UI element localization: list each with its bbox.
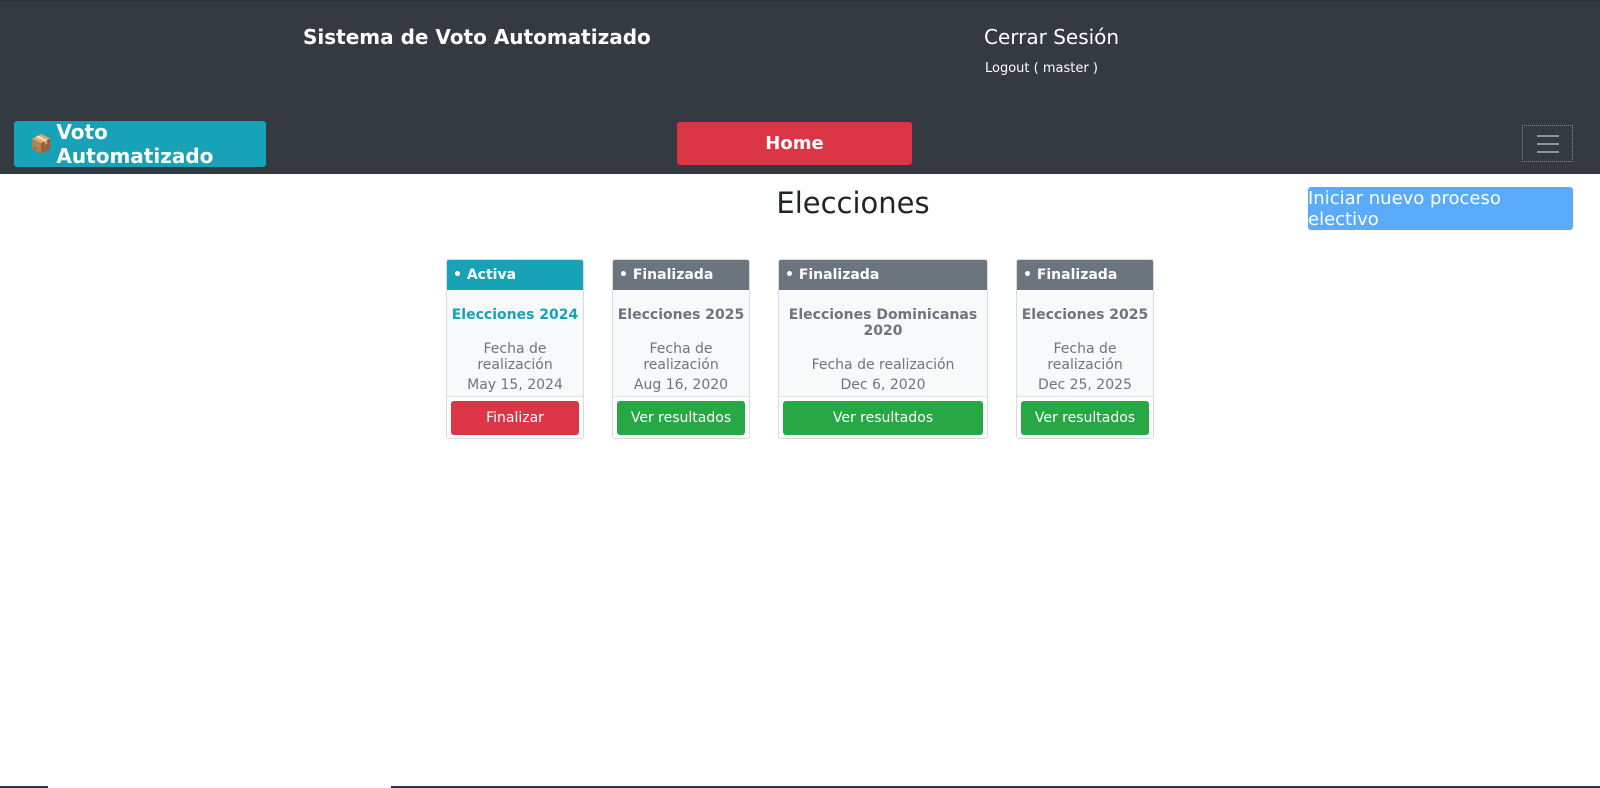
election-title: Elecciones 2025 bbox=[617, 307, 745, 323]
card-body: Elecciones 2024 Fecha de realización May… bbox=[447, 290, 583, 397]
view-results-button[interactable]: Ver resultados bbox=[1021, 401, 1149, 435]
election-card: • Finalizada Elecciones 2025 Fecha de re… bbox=[612, 259, 750, 439]
election-title: Elecciones Dominicanas 2020 bbox=[788, 307, 978, 339]
date-label: Fecha de realización bbox=[477, 341, 553, 373]
election-card: • Finalizada Elecciones 2025 Fecha de re… bbox=[1016, 259, 1154, 439]
status-badge: • Finalizada bbox=[779, 260, 987, 290]
election-title: Elecciones 2025 bbox=[1021, 307, 1149, 323]
election-date: May 15, 2024 bbox=[467, 377, 563, 393]
top-header: Sistema de Voto Automatizado Cerrar Sesi… bbox=[0, 0, 1600, 174]
election-card: • Activa Elecciones 2024 Fecha de realiz… bbox=[446, 259, 584, 439]
card-footer: Ver resultados bbox=[779, 397, 987, 438]
status-badge: • Activa bbox=[447, 260, 583, 290]
view-results-button[interactable]: Ver resultados bbox=[783, 401, 983, 435]
home-button[interactable]: Home bbox=[677, 122, 912, 165]
finalize-button[interactable]: Finalizar bbox=[451, 401, 579, 435]
logout-title[interactable]: Cerrar Sesión bbox=[984, 25, 1119, 49]
new-election-button[interactable]: Iniciar nuevo proceso electivo bbox=[1308, 187, 1573, 230]
navbar-toggler[interactable] bbox=[1522, 125, 1573, 162]
election-date: Aug 16, 2020 bbox=[633, 377, 729, 393]
brand-button[interactable]: 📦 Voto Automatizado bbox=[14, 120, 266, 168]
card-footer: Ver resultados bbox=[613, 397, 749, 438]
card-footer: Finalizar bbox=[447, 397, 583, 438]
card-body: Elecciones 2025 Fecha de realización Dec… bbox=[1017, 290, 1153, 397]
date-label: Fecha de realización bbox=[811, 357, 955, 373]
election-card: • Finalizada Elecciones Dominicanas 2020… bbox=[778, 259, 988, 439]
package-icon: 📦 bbox=[30, 133, 53, 155]
card-footer: Ver resultados bbox=[1017, 397, 1153, 438]
status-badge: • Finalizada bbox=[613, 260, 749, 290]
hamburger-icon bbox=[1536, 134, 1559, 137]
logout-link[interactable]: Logout ( master ) bbox=[985, 61, 1098, 76]
election-date: Dec 6, 2020 bbox=[840, 377, 926, 393]
hamburger-icon bbox=[1536, 150, 1559, 153]
date-label: Fecha de realización bbox=[1047, 341, 1123, 373]
card-body: Elecciones Dominicanas 2020 Fecha de rea… bbox=[779, 290, 987, 397]
card-body: Elecciones 2025 Fecha de realización Aug… bbox=[613, 290, 749, 397]
election-date: Dec 25, 2025 bbox=[1038, 377, 1132, 393]
site-title: Sistema de Voto Automatizado bbox=[303, 25, 651, 49]
view-results-button[interactable]: Ver resultados bbox=[617, 401, 745, 435]
brand-label: Voto Automatizado bbox=[56, 120, 214, 168]
status-badge: • Finalizada bbox=[1017, 260, 1153, 290]
hamburger-icon bbox=[1536, 142, 1559, 145]
election-title: Elecciones 2024 bbox=[451, 307, 579, 323]
date-label: Fecha de realización bbox=[643, 341, 719, 373]
